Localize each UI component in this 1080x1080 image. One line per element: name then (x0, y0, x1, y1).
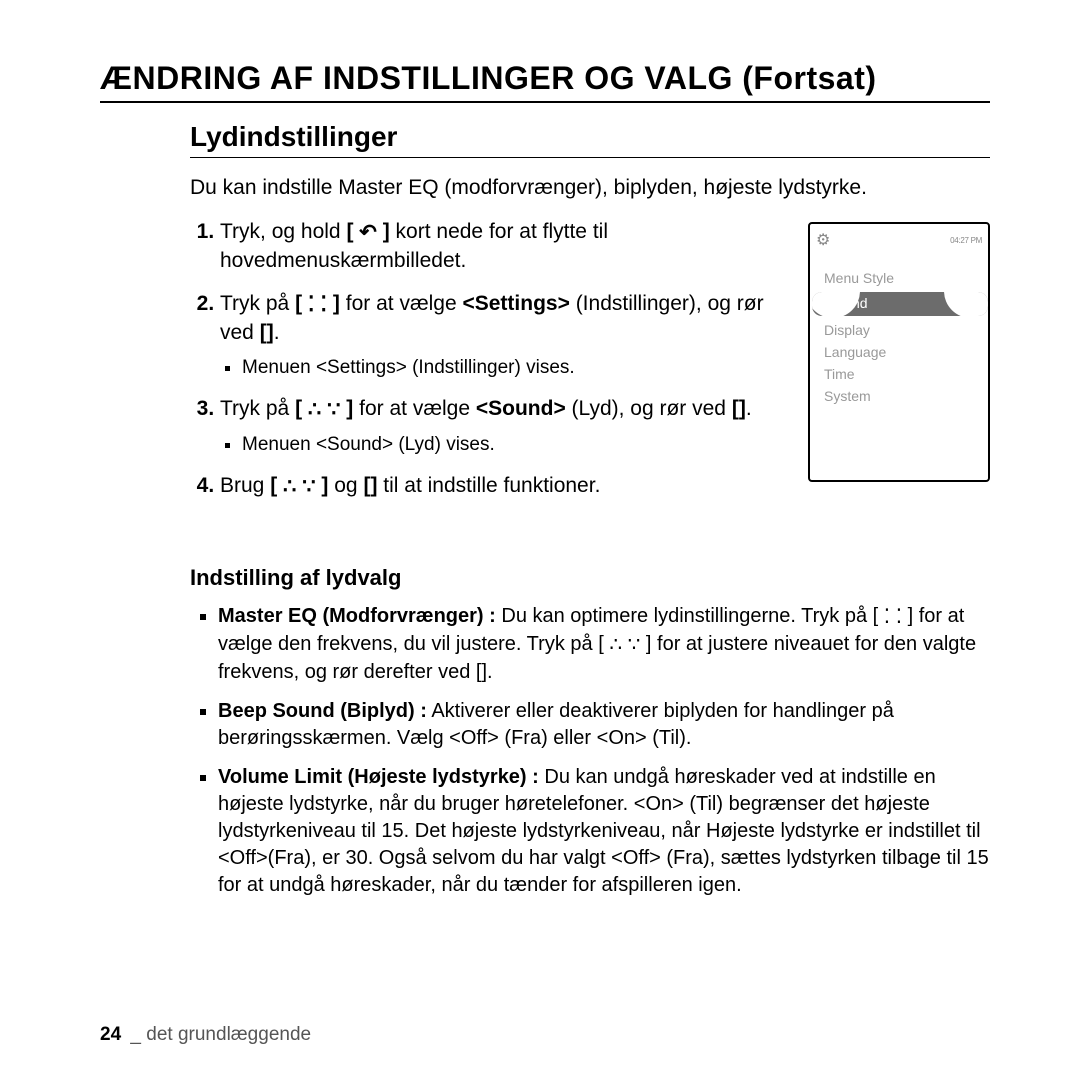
option-master-eq: Master EQ (Modforvrænger) : Du kan optim… (218, 603, 990, 686)
device-item-sound: nd (812, 292, 988, 316)
step-2: Tryk på [ ⁚ ⁚ ] for at vælge <Settings> … (220, 290, 788, 381)
page-title: ÆNDRING AF INDSTILLINGER OG VALG (Fortsa… (100, 60, 990, 103)
step-2-note: Menuen <Settings> (Indstillinger) vises. (242, 355, 788, 381)
device-item-language: Language (824, 344, 982, 360)
device-time: 04:27 PM (950, 236, 982, 245)
page-footer: 24 _ det grundlæggende (100, 1024, 311, 1046)
step-3-note: Menuen <Sound> (Lyd) vises. (242, 432, 788, 458)
up-down-icon: ∴ ∵ (308, 396, 341, 424)
device-item-display: Display (824, 322, 982, 338)
left-right-icon: ⁚ ⁚ (308, 291, 327, 319)
gear-icon: ⚙ (816, 230, 830, 250)
steps-list: Tryk, og hold [ ↶ ] kort nede for at fly… (190, 218, 808, 515)
up-down-icon: ∴ ∵ (283, 473, 316, 501)
device-item-time: Time (824, 366, 982, 382)
left-right-icon: ⁚ ⁚ (884, 604, 902, 631)
device-item-menu-style: Menu Style (824, 270, 982, 286)
subsection-title: Indstilling af lydvalg (190, 565, 990, 591)
device-item-system: System (824, 388, 982, 404)
device-menu-list: Menu Style nd Display Language Time Syst… (812, 252, 986, 404)
back-icon: ↶ (359, 219, 377, 247)
up-down-icon: ∴ ∵ (609, 632, 640, 659)
options-list: Master EQ (Modforvrænger) : Du kan optim… (190, 603, 990, 899)
page-number: 24 (100, 1024, 121, 1045)
footer-section: det grundlæggende (146, 1024, 311, 1045)
option-volume-limit: Volume Limit (Højeste lydstyrke) : Du ka… (218, 764, 990, 899)
section-title: Lydindstillinger (190, 121, 990, 158)
step-1: Tryk, og hold [ ↶ ] kort nede for at fly… (220, 218, 788, 276)
option-beep-sound: Beep Sound (Biplyd) : Aktiverer eller de… (218, 698, 990, 752)
intro-text: Du kan indstille Master EQ (modforvrænge… (190, 176, 990, 200)
step-3: Tryk på [ ∴ ∵ ] for at vælge <Sound> (Ly… (220, 395, 788, 458)
step-4: Brug [ ∴ ∵ ] og [ ] til at indstille fun… (220, 472, 788, 501)
device-mockup: ⚙ 04:27 PM Menu Style nd Display Languag… (808, 222, 990, 482)
